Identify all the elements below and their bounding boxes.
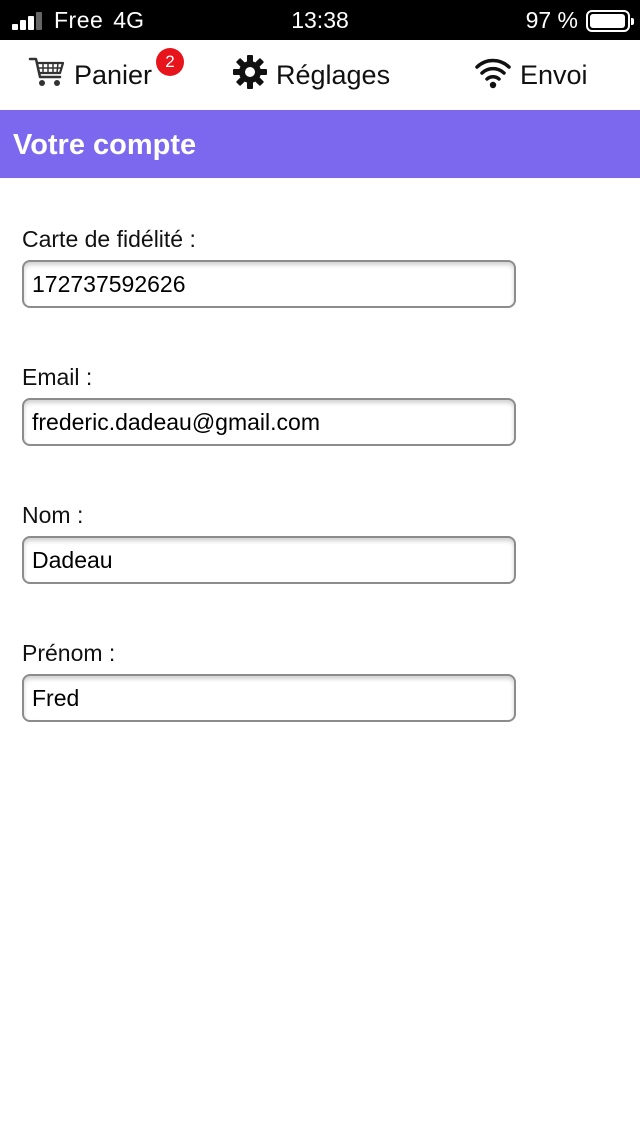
status-right: 97 % [525,7,634,34]
first-name-input[interactable] [22,674,516,722]
last-name-field: Nom : [22,502,516,584]
send-label: Envoi [520,59,588,90]
wifi-icon [474,55,512,96]
gear-icon [232,54,268,97]
battery-icon [586,9,634,32]
cart-label: Panier [74,59,153,90]
loyalty-card-input[interactable] [22,260,516,308]
shopping-cart-icon [28,55,66,96]
page-title: Votre compte [13,129,197,161]
first-name-field: Prénom : [22,640,516,722]
last-name-input[interactable] [22,536,516,584]
loyalty-card-label: Carte de fidélité : [22,226,196,252]
settings-button[interactable]: Réglages [232,40,390,110]
loyalty-card-field: Carte de fidélité : [22,226,516,308]
settings-label: Réglages [276,59,391,90]
battery-fill [590,13,625,28]
email-input[interactable] [22,398,516,446]
cart-count-badge: 2 [156,48,184,76]
cart-button[interactable]: Panier 2 [28,40,184,110]
email-label: Email : [22,364,93,390]
page-header: Votre compte [0,110,640,178]
battery-nub [631,17,634,25]
top-navigation: Panier 2 Réglages Envoi [0,40,640,110]
email-field: Email : [22,364,516,446]
battery-percent: 97 % [525,7,578,33]
send-button[interactable]: Envoi [474,40,588,110]
first-name-label: Prénom : [22,640,116,666]
last-name-label: Nom : [22,502,84,528]
status-bar: Free 4G 13:38 97 % [0,0,640,40]
